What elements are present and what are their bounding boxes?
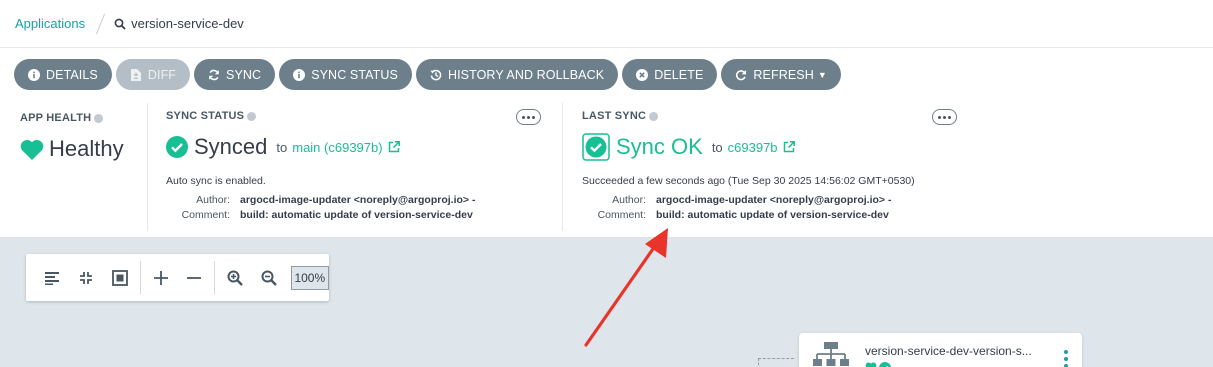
toolbar-divider <box>139 261 141 294</box>
app-health-value: Healthy <box>49 136 124 161</box>
column-divider <box>562 103 563 231</box>
times-circle-icon <box>636 68 649 81</box>
search-icon <box>114 18 126 30</box>
file-diff-icon <box>130 68 142 81</box>
current-app-name: version-service-dev <box>131 16 244 31</box>
auto-sync-text: Auto sync is enabled. <box>166 175 266 187</box>
author-value: argocd-image-updater <noreply@argoproj.i… <box>656 194 892 206</box>
sync-status-title: SYNC STATUS <box>166 110 257 122</box>
last-sync-value-row: Sync OK to c69397b <box>582 133 795 161</box>
sync-revision-text: main (c69397b) <box>292 139 383 155</box>
refresh-label: REFRESH <box>753 67 814 82</box>
details-label: DETAILS <box>46 67 98 82</box>
sync-button[interactable]: SYNC <box>194 59 276 90</box>
last-sync-revision-link[interactable]: c69397b <box>728 140 795 155</box>
last-sync-value: Sync OK <box>616 134 703 159</box>
align-left-icon[interactable] <box>36 263 70 293</box>
last-sync-revision-text: c69397b <box>727 139 778 155</box>
check-square-icon <box>582 133 610 161</box>
sync-comment-row: Comment: build: automatic update of vers… <box>166 209 473 221</box>
last-sync-author-row: Author: argocd-image-updater <noreply@ar… <box>582 194 891 206</box>
check-circle-icon <box>166 136 188 158</box>
toolbar-divider <box>214 261 216 294</box>
info-icon <box>28 68 40 81</box>
resource-graph[interactable]: 100% version-service-dev-version-s... <box>0 238 1213 367</box>
resource-node[interactable]: version-service-dev-version-s... <box>799 333 1082 367</box>
refresh-button[interactable]: REFRESH ▼ <box>721 59 841 90</box>
author-value: argocd-image-updater <noreply@argoproj.i… <box>240 194 476 206</box>
last-sync-heading: LAST SYNC <box>582 110 647 122</box>
sync-status-value-row: Synced to main (c69397b) <box>166 134 400 160</box>
graph-toolbar: 100% <box>26 254 330 301</box>
external-link-icon <box>783 141 795 153</box>
zoom-in-icon[interactable] <box>218 263 252 293</box>
diff-label: DIFF <box>147 67 177 82</box>
comment-label: Comment: <box>597 209 646 221</box>
zoom-level-display: 100% <box>290 265 330 290</box>
last-sync-more-button[interactable] <box>932 109 957 125</box>
zoom-out-icon[interactable] <box>252 263 286 293</box>
author-label: Author: <box>196 194 230 206</box>
node-title: version-service-dev-version-s... <box>865 344 1032 358</box>
details-button[interactable]: DETAILS <box>14 59 112 90</box>
sync-to-text: to <box>276 139 288 155</box>
breadcrumb-separator <box>96 13 106 34</box>
last-sync-summary: Succeeded a few seconds ago (Tue Sep 30 … <box>582 175 915 187</box>
delete-label: DELETE <box>654 67 704 82</box>
sync-status-button[interactable]: SYNC STATUS <box>279 59 412 90</box>
sync-status-label: SYNC STATUS <box>311 67 398 82</box>
app-health-label: APP HEALTH <box>20 112 92 124</box>
comment-label: Comment: <box>181 209 230 221</box>
app-health-status: Healthy <box>20 136 124 162</box>
app-toolbar: DETAILS DIFF SYNC SYNC STATUS HISTORY AN… <box>0 49 1213 100</box>
author-label: Author: <box>612 194 646 206</box>
breadcrumb-current[interactable]: version-service-dev <box>114 16 244 31</box>
help-icon[interactable] <box>649 111 659 121</box>
caret-down-icon: ▼ <box>817 69 827 80</box>
minus-icon[interactable] <box>178 263 212 293</box>
external-link-icon <box>388 141 400 153</box>
delete-button[interactable]: DELETE <box>622 59 718 90</box>
sync-status-more-button[interactable] <box>516 109 541 125</box>
column-divider <box>147 103 148 231</box>
check-circle-icon <box>879 362 891 367</box>
comment-value: build: automatic update of version-servi… <box>656 209 889 221</box>
history-label: HISTORY AND ROLLBACK <box>447 67 605 82</box>
sync-icon <box>208 69 220 81</box>
plus-icon[interactable] <box>144 263 178 293</box>
history-icon <box>430 69 442 81</box>
fit-to-screen-icon[interactable] <box>103 263 137 293</box>
history-rollback-button[interactable]: HISTORY AND ROLLBACK <box>415 59 619 90</box>
graph-edge <box>758 358 794 367</box>
sync-label: SYNC <box>226 67 262 82</box>
diff-button[interactable]: DIFF <box>115 59 191 90</box>
heart-icon <box>20 139 44 160</box>
heart-icon <box>865 362 877 367</box>
last-sync-to-text: to <box>711 139 723 155</box>
sync-status-value: Synced <box>194 134 268 159</box>
redo-icon <box>735 69 747 81</box>
sync-status-heading: SYNC STATUS <box>166 110 245 122</box>
node-menu-button[interactable] <box>1064 350 1070 367</box>
app-health-title: APP HEALTH <box>20 112 104 124</box>
sync-revision-link[interactable]: main (c69397b) <box>292 139 400 155</box>
last-sync-comment-row: Comment: build: automatic update of vers… <box>582 209 889 221</box>
compress-icon[interactable] <box>70 263 104 293</box>
sitemap-icon <box>813 342 849 366</box>
breadcrumb: Applications version-service-dev <box>0 0 1213 48</box>
help-icon[interactable] <box>247 111 257 121</box>
status-panel: APP HEALTH Healthy SYNC STATUS Synced to… <box>0 100 1213 238</box>
comment-value: build: automatic update of version-servi… <box>240 209 473 221</box>
last-sync-title: LAST SYNC <box>582 110 659 122</box>
info-icon <box>293 68 306 81</box>
help-icon[interactable] <box>94 113 104 123</box>
breadcrumb-applications-link[interactable]: Applications <box>15 16 85 31</box>
sync-author-row: Author: argocd-image-updater <noreply@ar… <box>166 194 475 206</box>
